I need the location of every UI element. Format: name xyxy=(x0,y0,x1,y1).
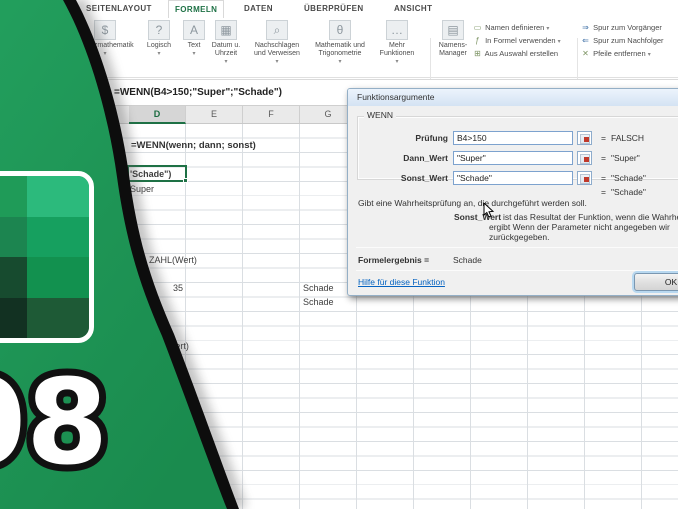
chevron-down-icon: ▾ xyxy=(557,39,561,45)
chevron-down-icon: ▾ xyxy=(338,59,342,65)
name-manager-icon: ▤ xyxy=(442,20,464,40)
ribbon-tab-row: SEITENLAYOUT FORMELN DATEN ÜBERPRÜFEN AN… xyxy=(0,0,678,18)
formelergebnis-label: Formelergebnis = xyxy=(358,255,430,265)
trace-precedents-icon: ⇒ xyxy=(582,23,589,32)
letter-a-icon: A xyxy=(183,20,205,40)
chevron-down-icon: ▾ xyxy=(275,59,279,65)
param-desc-line3: zurückgegeben. xyxy=(489,232,550,242)
finanzmathematik-button[interactable]: $ Finanzmathematik ▾ xyxy=(72,20,138,57)
excel-window: SEITENLAYOUT FORMELN DATEN ÜBERPRÜFEN AN… xyxy=(0,0,678,509)
pruefung-result: FALSCH xyxy=(611,133,645,143)
question-mark-icon: ? xyxy=(148,20,170,40)
chevron-down-icon: ▾ xyxy=(546,26,550,32)
chevron-down-icon: ▾ xyxy=(395,59,399,65)
palette-swatch xyxy=(0,297,27,338)
column-header-f[interactable]: F xyxy=(243,106,300,123)
dann-wert-label: Dann_Wert xyxy=(403,153,448,163)
mathematik-trigonometrie-button[interactable]: θ Mathematik und Trigonometrie ▾ xyxy=(306,20,374,65)
cell-hallo[interactable]: Hallo xyxy=(130,297,151,309)
dialog-separator xyxy=(356,270,678,271)
episode-number-text: 08 xyxy=(0,353,108,491)
pruefung-input[interactable]: B4>150 xyxy=(453,131,573,145)
dialog-titlebar[interactable]: Funktionsargumente xyxy=(348,89,678,106)
name-tag-icon: ▭ xyxy=(473,23,482,32)
calendar-clock-icon: ▦ xyxy=(215,20,237,40)
sonst-wert-result: "Schade" xyxy=(611,173,646,183)
trace-dependents-icon: ⇐ xyxy=(582,36,589,45)
tab-daten[interactable]: DATEN xyxy=(238,0,279,18)
chevron-down-icon: ▾ xyxy=(157,51,161,57)
finance-book-icon: $ xyxy=(94,20,116,40)
formula-bar-value[interactable]: =WENN(B4>150;"Super";"Schade") xyxy=(114,87,282,98)
function-description: Gibt eine Wahrheitsprüfung an, die durch… xyxy=(358,198,587,208)
selection-grid-icon: ⊞ xyxy=(474,49,481,58)
palette-swatch xyxy=(27,257,89,298)
final-result: "Schade" xyxy=(611,187,646,197)
sonst-wert-input[interactable]: "Schade" xyxy=(453,171,573,185)
logisch-button[interactable]: ? Logisch ▾ xyxy=(138,20,180,57)
param-desc-line1: ist das Resultat der Funktion, wenn die … xyxy=(503,212,678,222)
help-link[interactable]: Hilfe für diese Funktion xyxy=(358,277,445,287)
lookup-book-icon: ⌕ xyxy=(266,20,288,40)
tab-seitenlayout[interactable]: SEITENLAYOUT xyxy=(80,0,158,18)
ribbon: $ Finanzmathematik ▾ ? Logisch ▾ A Text … xyxy=(0,18,678,91)
cell-35[interactable]: 35 xyxy=(129,283,183,295)
mehr-funktionen-button[interactable]: … Mehr Funktionen ▾ xyxy=(372,20,422,65)
palette-swatch xyxy=(27,297,89,338)
range-selector-icon[interactable] xyxy=(577,151,592,165)
cell-super[interactable]: Super xyxy=(130,184,154,196)
formelergebnis-value: Schade xyxy=(453,255,482,265)
tab-ansicht[interactable]: ANSICHT xyxy=(388,0,438,18)
column-header-e[interactable]: E xyxy=(186,106,243,123)
palette-swatch xyxy=(0,216,27,257)
remove-arrows-icon: ✕ xyxy=(582,49,589,58)
theta-book-icon: θ xyxy=(329,20,351,40)
chevron-down-icon: ▾ xyxy=(224,59,228,65)
tab-formeln[interactable]: FORMELN xyxy=(168,0,225,18)
column-header-d[interactable]: D xyxy=(129,106,186,124)
pfeile-entfernen-button[interactable]: ✕ Pfeile entfernen ▾ xyxy=(580,48,651,60)
nachschlagen-button[interactable]: ⌕ Nachschlagen und Verweisen ▾ xyxy=(245,20,309,65)
cell-schade-1[interactable]: Schade xyxy=(303,283,334,295)
fill-handle[interactable] xyxy=(183,178,188,183)
chevron-down-icon: ▾ xyxy=(103,51,107,57)
dann-wert-input[interactable]: "Super" xyxy=(453,151,573,165)
param-desc-line2: ergibt Wenn der Parameter nicht angegebe… xyxy=(489,222,670,232)
selected-cell-border xyxy=(127,165,188,183)
dialog-title: Funktionsargumente xyxy=(357,92,435,102)
dialog-separator xyxy=(356,247,678,248)
palette-swatch xyxy=(0,176,27,217)
cell-formula-hint[interactable]: =WENN(wenn; dann; sonst) xyxy=(131,140,256,152)
palette-swatch xyxy=(27,176,89,217)
cell-schade-2[interactable]: Schade xyxy=(303,297,334,309)
fx-icon: ƒ xyxy=(475,36,480,45)
in-formel-verwenden-button[interactable]: ƒ In Formel verwenden ▾ xyxy=(472,35,561,47)
pruefung-label: Prüfung xyxy=(415,133,448,143)
namen-definieren-button[interactable]: ▭ Namen definieren ▾ xyxy=(472,22,550,34)
funktionsargumente-dialog: Funktionsargumente WENN Prüfung B4>150 =… xyxy=(347,88,678,296)
datum-uhrzeit-button[interactable]: ▦ Datum u. Uhrzeit ▾ xyxy=(203,20,249,65)
chevron-down-icon: ▾ xyxy=(647,52,651,58)
more-dots-icon: … xyxy=(386,20,408,40)
palette-swatch xyxy=(0,257,27,298)
cell-istzahl-partial[interactable]: ZAHL(Wert) xyxy=(149,255,197,267)
range-selector-icon[interactable] xyxy=(577,171,592,185)
ok-button[interactable]: OK xyxy=(634,273,678,291)
range-selector-icon[interactable] xyxy=(577,131,592,145)
wenn-group-label: WENN xyxy=(364,110,396,120)
spur-zum-nachfolger-button[interactable]: ⇐ Spur zum Nachfolger xyxy=(580,35,663,47)
sonst-wert-label: Sonst_Wert xyxy=(400,173,448,183)
param-name: Sonst_Wert xyxy=(454,212,502,222)
aus-auswahl-erstellen-button[interactable]: ⊞ Aus Auswahl erstellen xyxy=(472,48,558,60)
spur-zum-vorgaenger-button[interactable]: ⇒ Spur zum Vorgänger xyxy=(580,22,662,34)
episode-number-badge: 08 xyxy=(0,346,115,498)
palette-swatch xyxy=(27,216,89,257)
dann-wert-result: "Super" xyxy=(611,153,640,163)
tab-ueberpruefen[interactable]: ÜBERPRÜFEN xyxy=(298,0,370,18)
namens-manager-button[interactable]: ▤ Namens- Manager xyxy=(432,20,474,58)
green-palette-box xyxy=(0,171,94,343)
